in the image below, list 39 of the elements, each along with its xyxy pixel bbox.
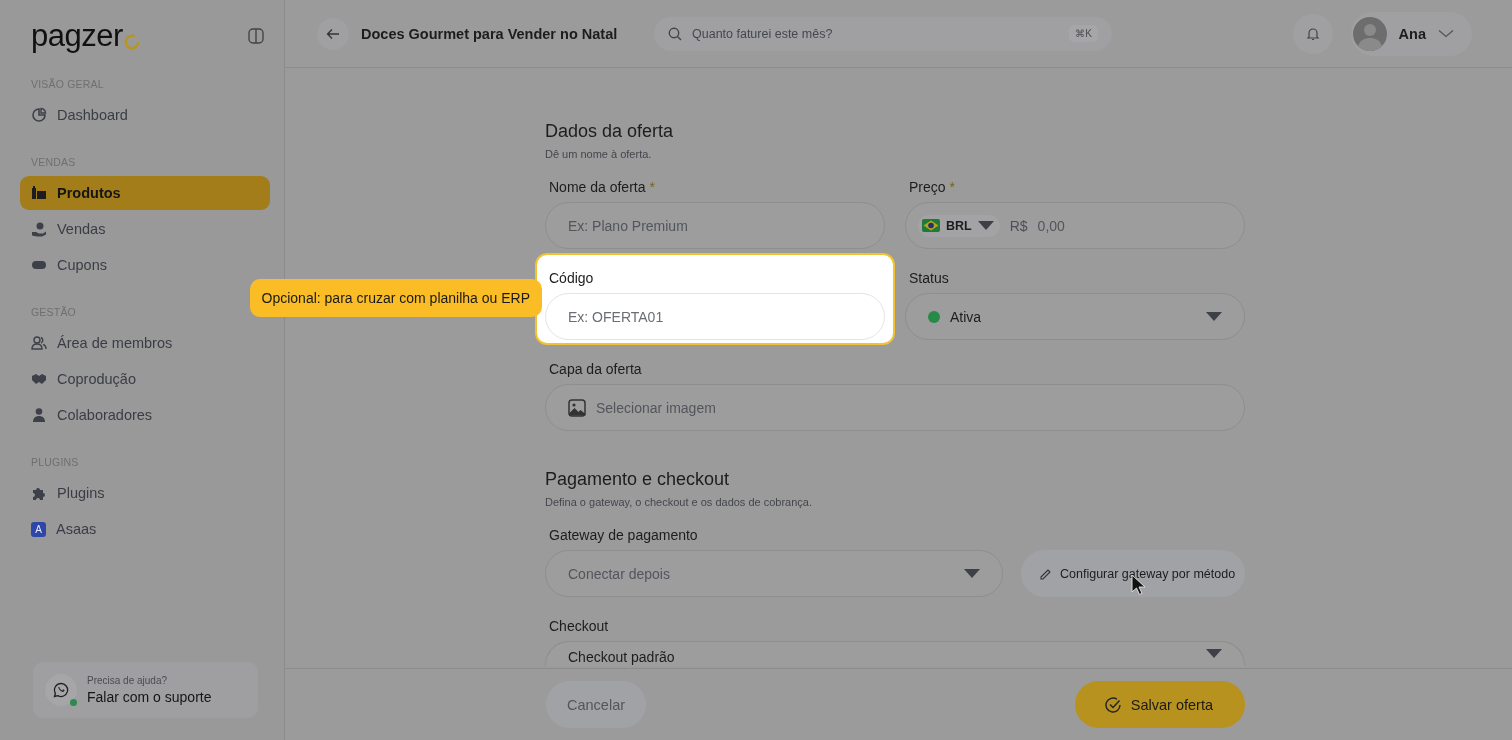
select-field[interactable]: Checkout padrão bbox=[545, 641, 1245, 666]
image-picker[interactable]: Selecionar imagem bbox=[545, 384, 1245, 431]
field-label: Nome da oferta * bbox=[549, 179, 655, 195]
sidebar-item[interactable]: Coprodução bbox=[20, 362, 270, 396]
field-label: Código bbox=[549, 270, 594, 286]
text-field[interactable]: Ex: OFERTA01 bbox=[545, 293, 885, 340]
app-logo-icon: A bbox=[31, 521, 46, 537]
sidebar-item[interactable]: Colaboradores bbox=[20, 398, 270, 432]
tour-tooltip: Opcional: para cruzar com planilha ou ERP bbox=[249, 279, 542, 317]
sidebar-item[interactable]: A Asaas bbox=[20, 512, 270, 546]
cancel-button[interactable]: Cancelar bbox=[546, 681, 647, 728]
select-field[interactable]: Ativa bbox=[905, 293, 1245, 340]
price-field[interactable]: BRL R$ 0,00 bbox=[905, 202, 1245, 249]
field-label: Preço * bbox=[909, 179, 955, 195]
configure-button[interactable]: Configurar gateway por método bbox=[1021, 550, 1245, 597]
section-subtitle: Defina o gateway, o checkout e os dados de cobrança. bbox=[545, 496, 814, 509]
shortcut-hint: ⌘K bbox=[1069, 25, 1098, 42]
field-label: Capa da oferta bbox=[549, 361, 642, 377]
field-label: Status bbox=[909, 270, 949, 286]
search-field[interactable]: Quanto faturei este mês? ⌘K bbox=[654, 16, 1112, 51]
text-field[interactable]: Ex: Plano Premium bbox=[545, 202, 885, 249]
select-field[interactable]: Conectar depois bbox=[545, 550, 1003, 597]
section-title: Pagamento e checkout bbox=[545, 468, 731, 490]
field-label: Gateway de pagamento bbox=[549, 527, 698, 543]
field-label: Checkout bbox=[549, 618, 609, 634]
save-button[interactable]: Salvar oferta bbox=[1074, 681, 1245, 728]
sidebar-item[interactable]: Vendas bbox=[20, 212, 270, 246]
sidebar-item[interactable]: Cupons bbox=[20, 248, 270, 282]
help-caption: Precisa de ajuda? bbox=[87, 675, 169, 686]
sidebar-item[interactable]: Plugins bbox=[20, 476, 270, 510]
currency-selector[interactable]: BRL bbox=[918, 214, 1000, 237]
sidebar-item[interactable]: Área de membros bbox=[20, 326, 270, 360]
support-link[interactable]: Falar com o suporte bbox=[87, 689, 212, 705]
section-title: Dados da oferta bbox=[545, 120, 675, 142]
section-subtitle: Dê um nome à oferta. bbox=[545, 148, 653, 161]
sidebar-item[interactable]: Dashboard bbox=[20, 98, 270, 132]
page-title: Doces Gourmet para Vender no Natal bbox=[361, 25, 619, 42]
sidebar-item[interactable]: Produtos bbox=[20, 176, 270, 210]
profile-menu[interactable]: Ana bbox=[1350, 11, 1472, 56]
